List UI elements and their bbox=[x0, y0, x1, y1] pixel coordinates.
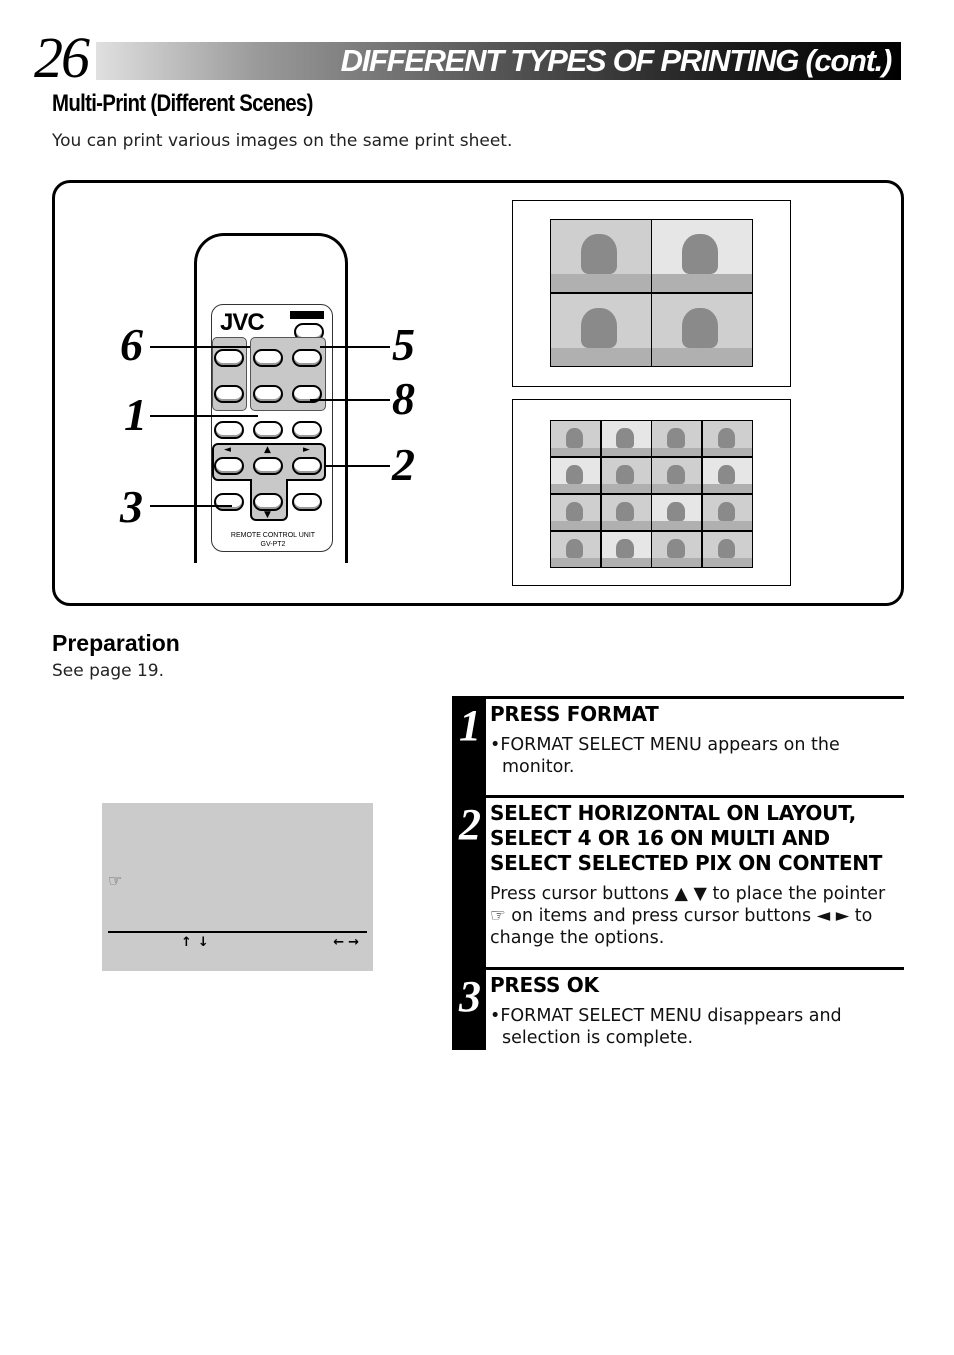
step-rule bbox=[486, 795, 904, 798]
print-thumbnail bbox=[601, 531, 651, 567]
jvc-logo: JVC bbox=[220, 309, 265, 336]
print-thumbnail bbox=[601, 421, 651, 457]
remote-button bbox=[292, 421, 322, 439]
step-number: 2 bbox=[459, 800, 481, 849]
arrow-right-icon: ► bbox=[303, 445, 310, 455]
print-sample-4 bbox=[512, 200, 791, 387]
step-title: PRESS OK bbox=[490, 973, 599, 997]
step-body: Press cursor buttons ▲ ▼ to place the po… bbox=[490, 884, 886, 948]
step-number: 3 bbox=[459, 972, 481, 1021]
remote-button bbox=[292, 493, 322, 511]
preparation-title: Preparation bbox=[52, 630, 180, 656]
remote-button-left bbox=[214, 457, 244, 475]
print-thumbnail bbox=[551, 421, 601, 457]
remote-label: REMOTE CONTROL UNIT bbox=[230, 532, 316, 539]
print-thumbnail bbox=[652, 494, 702, 531]
print-thumbnail bbox=[601, 457, 651, 494]
section-description: You can print various images on the same… bbox=[52, 131, 513, 151]
page-title: DIFFERENT TYPES OF PRINTING (cont.) bbox=[340, 43, 893, 78]
step-rule bbox=[486, 696, 904, 699]
header-bar: DIFFERENT TYPES OF PRINTING (cont.) bbox=[96, 42, 901, 80]
callout-6: 6 bbox=[120, 319, 143, 370]
arrow-down-icon: ▼ bbox=[264, 510, 271, 520]
print-thumbnail bbox=[551, 293, 651, 366]
remote-button-format bbox=[253, 421, 283, 439]
remote-button-ok bbox=[214, 493, 244, 511]
print-thumbnail bbox=[601, 494, 651, 531]
callout-line-1 bbox=[150, 415, 258, 417]
callout-3: 3 bbox=[120, 481, 143, 532]
arrow-up-icon: ▲ bbox=[264, 445, 271, 455]
step-title: PRESS FORMAT bbox=[490, 702, 659, 726]
thumbnail-grid-16 bbox=[550, 420, 753, 568]
remote-control-illustration: JVC ◄ ▲ ► ▼ REMOTE CONTROL UNIT GV-PT2 bbox=[194, 233, 348, 563]
leftright-arrows-icon: ←→ bbox=[333, 935, 363, 950]
step-body: •FORMAT SELECT MENU disappears and selec… bbox=[490, 1006, 842, 1048]
ir-window bbox=[290, 311, 324, 319]
print-thumbnail bbox=[551, 494, 601, 531]
remote-button-down bbox=[253, 493, 283, 511]
step-rule bbox=[486, 967, 904, 970]
preparation-text: See page 19. bbox=[52, 661, 165, 681]
step-title: SELECT HORIZONTAL ON LAYOUT, SELECT 4 OR… bbox=[490, 801, 883, 875]
remote-button-right bbox=[292, 457, 322, 475]
step-2: 2 SELECT HORIZONTAL ON LAYOUT, SELECT 4 … bbox=[452, 795, 904, 967]
updown-arrows-icon: ↑↓ bbox=[181, 935, 215, 950]
step-number: 1 bbox=[459, 701, 481, 750]
arrow-left-icon: ◄ bbox=[224, 445, 231, 455]
remote-button bbox=[253, 385, 283, 403]
callout-8: 8 bbox=[392, 373, 415, 424]
callout-line-5 bbox=[320, 346, 390, 348]
menu-divider bbox=[108, 931, 367, 933]
step-1: 1 PRESS FORMAT •FORMAT SELECT MENU appea… bbox=[452, 696, 904, 796]
print-thumbnail bbox=[702, 421, 752, 457]
print-thumbnail bbox=[702, 494, 752, 531]
step-3: 3 PRESS OK •FORMAT SELECT MENU disappear… bbox=[452, 967, 904, 1050]
print-thumbnail bbox=[702, 531, 752, 567]
format-select-menu-screen: ☞ ↑↓ ←→ bbox=[102, 803, 373, 971]
callout-line-3 bbox=[150, 505, 232, 507]
callout-line-6 bbox=[150, 346, 250, 348]
print-thumbnail bbox=[652, 457, 702, 494]
remote-button bbox=[214, 349, 244, 367]
print-thumbnail bbox=[551, 457, 601, 494]
remote-button-5 bbox=[292, 349, 322, 367]
step-body: •FORMAT SELECT MENU appears on the monit… bbox=[490, 735, 840, 777]
remote-button-up bbox=[253, 457, 283, 475]
print-sample-16 bbox=[512, 399, 791, 586]
callout-line-2 bbox=[326, 465, 390, 467]
thumbnail-grid-4 bbox=[550, 219, 753, 367]
print-thumbnail bbox=[652, 293, 752, 366]
callout-5: 5 bbox=[392, 319, 415, 370]
print-thumbnail bbox=[652, 220, 752, 293]
print-thumbnail bbox=[551, 220, 651, 293]
remote-button bbox=[214, 385, 244, 403]
remote-button-6 bbox=[253, 349, 283, 367]
print-thumbnail bbox=[652, 531, 702, 567]
remote-button bbox=[214, 421, 244, 439]
section-title: Multi-Print (Different Scenes) bbox=[52, 90, 313, 117]
callout-2: 2 bbox=[392, 439, 415, 490]
print-thumbnail bbox=[702, 457, 752, 494]
callout-line-8 bbox=[310, 399, 390, 401]
page-number: 26 bbox=[34, 25, 90, 90]
print-thumbnail bbox=[551, 531, 601, 567]
remote-model: GV-PT2 bbox=[260, 541, 286, 548]
pointer-hand-icon: ☞ bbox=[108, 871, 123, 890]
print-thumbnail bbox=[652, 421, 702, 457]
callout-1: 1 bbox=[124, 389, 147, 440]
remote-face: JVC ◄ ▲ ► ▼ REMOTE CONTROL UNIT GV-PT2 bbox=[211, 304, 333, 552]
